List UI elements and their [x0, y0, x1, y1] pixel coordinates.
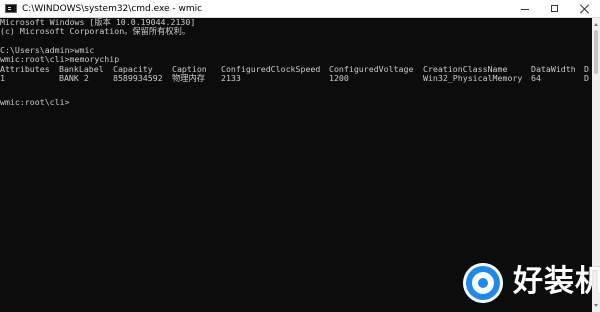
console-line-memorychip-command: wmic:root\cli>memorychip: [0, 54, 120, 64]
value-truncated-column: D: [584, 73, 589, 83]
command-prompt-icon: [5, 4, 17, 13]
title-bar[interactable]: C:\WINDOWS\system32\cmd.exe - wmic: [0, 0, 600, 18]
scroll-up-arrow-icon[interactable]: [594, 23, 598, 26]
value-attributes: 1: [0, 73, 5, 83]
close-icon: [580, 4, 590, 14]
memorychip-value-row: 1 BANK 2 8589934592 物理内存 2133 1200 Win32…: [0, 74, 592, 83]
window-title: C:\WINDOWS\system32\cmd.exe - wmic: [22, 4, 203, 14]
console-prompt[interactable]: wmic:root\cli>: [0, 98, 70, 107]
scrollbar-thumb[interactable]: [594, 30, 598, 74]
watermark-text: 好装机: [513, 264, 600, 299]
minimize-icon: [521, 9, 529, 10]
close-button[interactable]: [570, 0, 600, 18]
cmd-window: C:\WINDOWS\system32\cmd.exe - wmic Micro…: [0, 0, 600, 312]
maximize-button[interactable]: [540, 0, 570, 18]
value-caption: 物理内存: [172, 73, 205, 83]
value-capacity: 8589934592: [113, 73, 163, 83]
console-line-copyright: (c) Microsoft Corporation。保留所有权利。: [0, 26, 191, 36]
value-banklabel: BANK 2: [59, 73, 89, 83]
value-data-width: 64: [531, 73, 541, 83]
value-configured-voltage: 1200: [329, 73, 349, 83]
header-attributes: Attributes: [0, 64, 50, 74]
value-configured-clock-speed: 2133: [221, 73, 241, 83]
minimize-button[interactable]: [510, 0, 540, 18]
watermark-logo-icon: [463, 263, 503, 303]
watermark-logo: 好装机: [463, 260, 600, 306]
value-creation-class-name: Win32_PhysicalMemory: [423, 73, 523, 83]
maximize-icon: [551, 5, 558, 12]
